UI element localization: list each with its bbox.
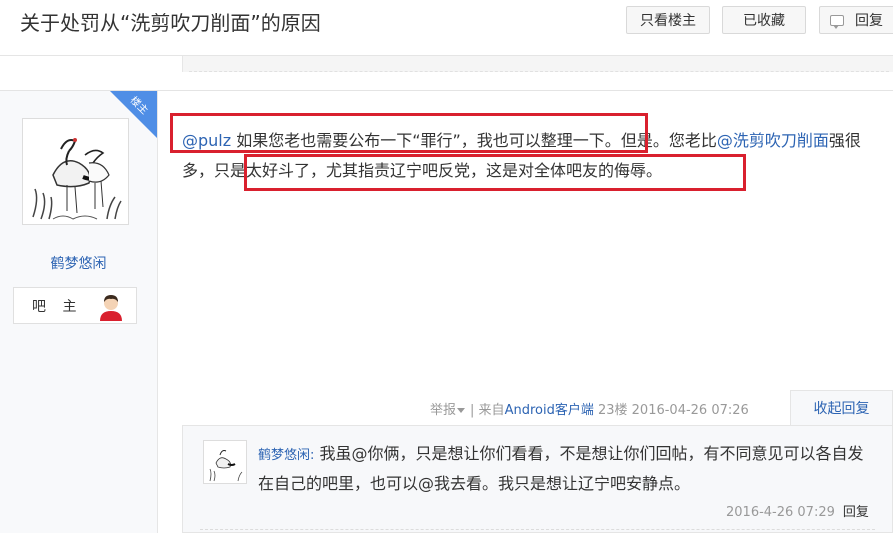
floor-number: 23楼 (597, 403, 628, 418)
moderator-role-box: 吧 主 (13, 287, 137, 324)
post-time: 2016-04-26 07:26 (631, 403, 749, 418)
reply-button[interactable]: 回复 (819, 6, 893, 34)
post-text: 但是。您老比 (620, 131, 717, 150)
post-text: 如果您老也需要公布一下“罪行”，我也可以整理一下。 (231, 131, 621, 150)
divider (189, 71, 889, 72)
post-text: 只是太好斗了，尤其指责辽宁吧反党，这是对全体吧友的侮辱。 (214, 161, 663, 180)
sub-reply-button[interactable]: 回复 (843, 505, 869, 520)
only-op-button[interactable]: 只看楼主 (626, 6, 710, 34)
report-link[interactable]: 举报 (430, 403, 456, 418)
post-tail: 举报 | 来自Android客户端 23楼 2016-04-26 07:26 (430, 399, 749, 418)
source-prefix: 来自 (478, 403, 505, 418)
comment-bubble-icon (830, 15, 844, 29)
author-avatar[interactable] (22, 118, 129, 225)
post-content: @pulz 如果您老也需要公布一下“罪行”，我也可以整理一下。但是。您老比@洗剪… (182, 126, 888, 186)
tail-separator: | (470, 403, 475, 418)
role-label: 吧 主 (32, 299, 83, 315)
reply-author-name[interactable]: 鹤梦悠闲: (258, 448, 314, 463)
favorited-button[interactable]: 已收藏 (722, 6, 806, 34)
sub-reply-content: 鹤梦悠闲: 我虽@你俩，只是想让你们看看，不是想让你们回帖，有不同意见可以各自发… (258, 440, 878, 498)
collapse-replies-button[interactable]: 收起回复 (790, 390, 893, 426)
crane-painting-icon (204, 441, 246, 483)
reply-author-avatar[interactable] (203, 440, 247, 484)
thread-header: 关于处罚从“洗剪吹刀削面”的原因 只看楼主 已收藏 回复 (0, 0, 893, 56)
reply-time: 2016-4-26 07:29 (726, 505, 835, 520)
mention-link[interactable]: @洗剪吹刀削面 (717, 131, 829, 150)
author-name[interactable]: 鹤梦悠闲 (0, 253, 157, 273)
thread-title: 关于处罚从“洗剪吹刀削面”的原因 (20, 11, 321, 35)
mention-link[interactable]: @pulz (182, 131, 231, 150)
sub-reply-meta: 2016-4-26 07:29 回复 (726, 501, 869, 520)
reply-text: 我虽@你俩，只是想让你们看看，不是想让你们回帖，有不同意见可以各自发在自己的吧里… (258, 444, 864, 493)
previous-floor-reply-area (182, 56, 893, 72)
reply-button-label: 回复 (855, 13, 883, 29)
moderator-avatar-icon (100, 295, 122, 321)
dropdown-arrow-icon[interactable] (457, 408, 466, 413)
client-link[interactable]: Android客户端 (505, 403, 594, 418)
divider (200, 529, 875, 530)
crane-painting-icon (23, 119, 128, 224)
